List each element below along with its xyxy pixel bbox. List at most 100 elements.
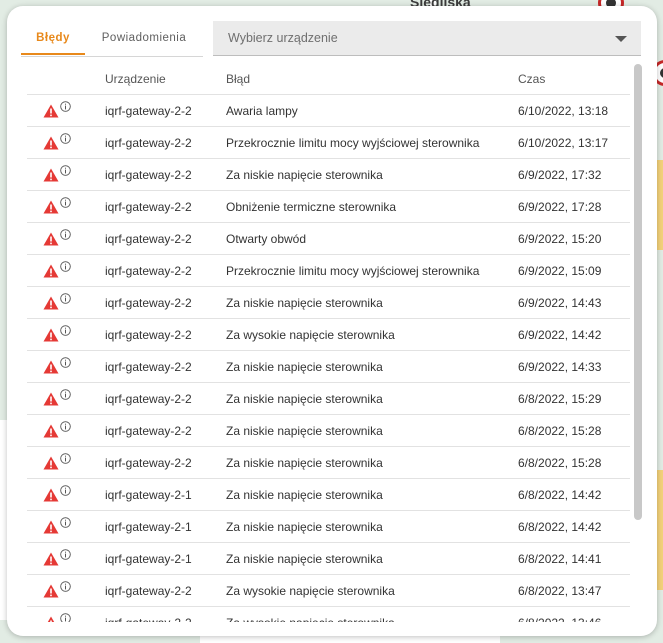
- cell-device: iqrf-gateway-2-2: [105, 318, 226, 351]
- cell-device: iqrf-gateway-2-2: [105, 382, 226, 415]
- cell-error: Za wysokie napięcie sterownika: [226, 318, 518, 351]
- info-circle-icon[interactable]: [60, 133, 71, 144]
- info-circle-icon[interactable]: [60, 261, 71, 272]
- table-row[interactable]: iqrf-gateway-2-2 Przekrocznie limitu mocy…: [27, 126, 630, 159]
- caret-down-icon: [615, 36, 627, 42]
- cell-time: 6/9/2022, 15:20: [518, 222, 630, 255]
- table-row[interactable]: iqrf-gateway-2-2 Przekrocznie limitu mocy…: [27, 254, 630, 287]
- table-scrollbar[interactable]: [634, 64, 642, 520]
- info-circle-icon[interactable]: [60, 229, 71, 240]
- cell-time: 6/9/2022, 15:09: [518, 254, 630, 287]
- info-circle-icon[interactable]: [60, 549, 71, 560]
- warning-triangle-icon: [43, 200, 59, 214]
- cell-device: iqrf-gateway-2-2: [105, 286, 226, 319]
- errors-panel: Błędy Powiadomienia Wybierz urządzenie U…: [7, 6, 657, 636]
- cell-error: Za niskie napięcie sterownika: [226, 478, 518, 511]
- cell-time: 6/8/2022, 13:47: [518, 574, 630, 607]
- cell-device: iqrf-gateway-2-2: [105, 254, 226, 287]
- cell-device: iqrf-gateway-2-2: [105, 94, 226, 127]
- warning-triangle-icon: [43, 232, 59, 246]
- header-error: Błąd: [226, 64, 518, 95]
- warning-triangle-icon: [43, 584, 59, 598]
- table-row[interactable]: iqrf-gateway-2-2 Za niskie napięcie stero…: [27, 286, 630, 319]
- info-circle-icon[interactable]: [60, 389, 71, 400]
- warning-triangle-icon: [43, 456, 59, 470]
- row-icons: [27, 222, 105, 255]
- tab-notifications[interactable]: Powiadomienia: [85, 24, 203, 55]
- table-row[interactable]: iqrf-gateway-2-1 Za niskie napięcie stero…: [27, 510, 630, 543]
- panel-tabs: Błędy Powiadomienia: [21, 24, 203, 57]
- row-icons: [27, 190, 105, 223]
- table-row[interactable]: iqrf-gateway-2-1 Za niskie napięcie stero…: [27, 542, 630, 575]
- table-row[interactable]: iqrf-gateway-2-2 Otwarty obwód 6/9/2022, 1…: [27, 222, 630, 255]
- cell-time: 6/8/2022, 15:29: [518, 382, 630, 415]
- cell-error: Za wysokie napięcie sterownika: [226, 574, 518, 607]
- info-circle-icon[interactable]: [60, 517, 71, 528]
- row-icons: [27, 414, 105, 447]
- cell-error: Przekrocznie limitu mocy wyjściowej ster…: [226, 254, 518, 287]
- info-circle-icon[interactable]: [60, 581, 71, 592]
- header-icons: [27, 64, 105, 95]
- table-row[interactable]: iqrf-gateway-2-2 Za niskie napięcie stero…: [27, 446, 630, 479]
- table-row[interactable]: iqrf-gateway-2-2 Za niskie napięcie stero…: [27, 382, 630, 415]
- cell-time: 6/9/2022, 14:43: [518, 286, 630, 319]
- table-row[interactable]: iqrf-gateway-2-2 Za niskie napięcie stero…: [27, 414, 630, 447]
- cell-time: 6/10/2022, 13:17: [518, 126, 630, 159]
- cell-device: iqrf-gateway-2-1: [105, 510, 226, 543]
- cell-time: 6/10/2022, 13:18: [518, 94, 630, 127]
- info-circle-icon[interactable]: [60, 613, 71, 622]
- warning-triangle-icon: [43, 392, 59, 406]
- row-icons: [27, 542, 105, 575]
- info-circle-icon[interactable]: [60, 197, 71, 208]
- cell-device: iqrf-gateway-2-1: [105, 542, 226, 575]
- cell-error: Za niskie napięcie sterownika: [226, 350, 518, 383]
- info-circle-icon[interactable]: [60, 165, 71, 176]
- table-row[interactable]: iqrf-gateway-2-2 Za niskie napięcie stero…: [27, 158, 630, 191]
- cell-error: Za niskie napięcie sterownika: [226, 158, 518, 191]
- device-select[interactable]: Wybierz urządzenie: [213, 21, 641, 56]
- device-select-placeholder: Wybierz urządzenie: [228, 31, 338, 45]
- row-icons: [27, 446, 105, 479]
- cell-time: 6/9/2022, 17:28: [518, 190, 630, 223]
- info-circle-icon[interactable]: [60, 101, 71, 112]
- info-circle-icon[interactable]: [60, 421, 71, 432]
- cell-error: Za niskie napięcie sterownika: [226, 286, 518, 319]
- table-row[interactable]: iqrf-gateway-2-2 Za niskie napięcie stero…: [27, 350, 630, 383]
- cell-time: 6/9/2022, 14:42: [518, 318, 630, 351]
- table-row[interactable]: iqrf-gateway-2-2 Obniżenie termiczne ster…: [27, 190, 630, 223]
- cell-error: Awaria lampy: [226, 94, 518, 127]
- header-time: Czas: [518, 64, 630, 95]
- cell-device: iqrf-gateway-2-1: [105, 478, 226, 511]
- warning-triangle-icon: [43, 264, 59, 278]
- cell-device: iqrf-gateway-2-2: [105, 222, 226, 255]
- table-row[interactable]: iqrf-gateway-2-2Za wysokie napięcie ster…: [27, 318, 630, 351]
- cell-time: 6/9/2022, 14:33: [518, 350, 630, 383]
- info-circle-icon[interactable]: [60, 453, 71, 464]
- cell-time: 6/8/2022, 14:42: [518, 478, 630, 511]
- cell-device: iqrf-gateway-2-2: [105, 158, 226, 191]
- table-row[interactable]: iqrf-gateway-2-2 Awaria lampy 6/10/2022, 1…: [27, 94, 630, 127]
- cell-time: 6/8/2022, 14:42: [518, 510, 630, 543]
- tab-errors[interactable]: Błędy: [21, 24, 85, 55]
- cell-error: Otwarty obwód: [226, 222, 518, 255]
- table-row[interactable]: iqrf-gateway-2-2Za wysokie napięcie ster…: [27, 606, 630, 622]
- row-icons: [27, 254, 105, 287]
- info-circle-icon[interactable]: [60, 485, 71, 496]
- info-circle-icon[interactable]: [60, 293, 71, 304]
- table-row[interactable]: iqrf-gateway-2-1 Za niskie napięcie stero…: [27, 478, 630, 511]
- cell-error: Za niskie napięcie sterownika: [226, 446, 518, 479]
- cell-error: Obniżenie termiczne sterownika: [226, 190, 518, 223]
- errors-table-container[interactable]: Urządzenie Błąd Czas iqrf-gateway-2-2 Awa…: [27, 64, 630, 622]
- table-row[interactable]: iqrf-gateway-2-2Za wysokie napięcie ster…: [27, 574, 630, 607]
- warning-triangle-icon: [43, 520, 59, 534]
- row-icons: [27, 94, 105, 127]
- cell-device: iqrf-gateway-2-2: [105, 414, 226, 447]
- warning-triangle-icon: [43, 616, 59, 622]
- row-icons: [27, 158, 105, 191]
- cell-time: 6/8/2022, 15:28: [518, 446, 630, 479]
- info-circle-icon[interactable]: [60, 357, 71, 368]
- row-icons: [27, 574, 105, 607]
- cell-device: iqrf-gateway-2-2: [105, 446, 226, 479]
- info-circle-icon[interactable]: [60, 325, 71, 336]
- row-icons: [27, 350, 105, 383]
